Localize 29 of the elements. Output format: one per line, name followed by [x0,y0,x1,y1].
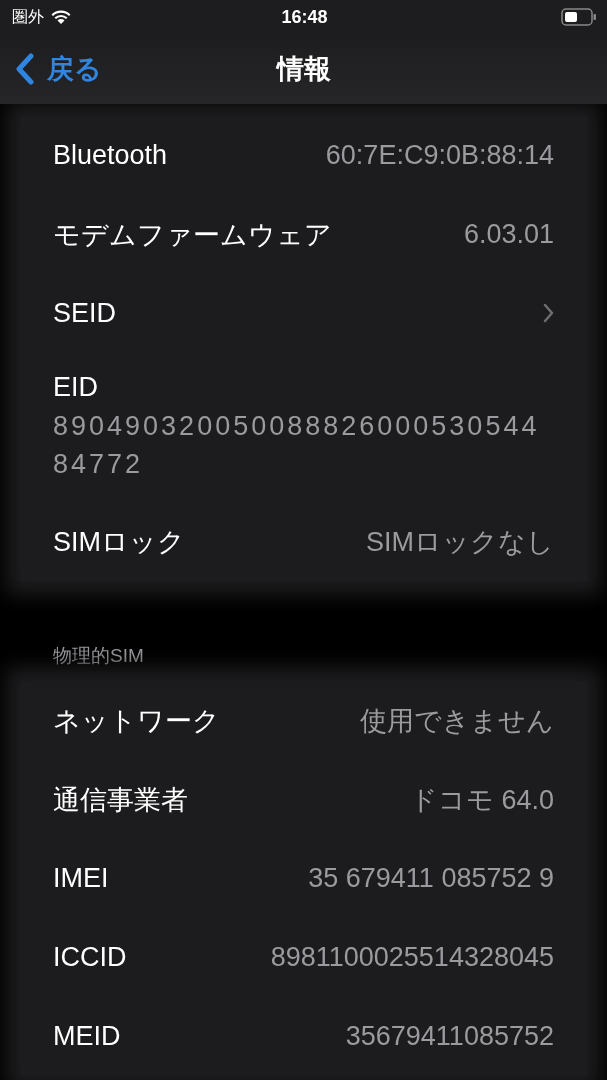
chevron-right-icon [542,303,554,323]
chevron-left-icon [15,53,35,85]
row-label: Bluetooth [53,140,168,171]
settings-row[interactable]: SEID [20,274,587,352]
row-value: 使用できません [360,704,554,738]
row-value: SIMロックなし [366,525,554,559]
back-button[interactable]: 戻る [13,47,104,91]
row-label: ICCID [53,942,127,973]
carrier-label: 圏外 [12,6,44,27]
row-label: 通信事業者 [53,783,188,817]
screen-title: 情報 [275,53,332,86]
row-value: ドコモ 64.0 [409,783,554,817]
row-value: 60:7E:C9:0B:88:14 [325,140,554,171]
status-time: 16:48 [281,6,328,28]
wifi-icon [50,9,72,25]
row-value: 35 679411 085752 9 [308,863,554,894]
row-label: IMEI [53,863,109,894]
row-label: EID [53,371,98,403]
row-value: 35679411085752 [345,1021,554,1052]
row-value: 8981100025514328045 [270,942,554,973]
row-label: SEID [53,297,117,329]
section-header: 物理的SIM [52,644,145,668]
row-value: 6.03.01 [463,219,554,250]
battery-icon [561,8,597,26]
row-label: モデムファームウェア [53,218,332,252]
row-label: MEID [53,1021,121,1052]
row-label: ネットワーク [53,704,220,738]
row-value: 89049032005008882600053054484772 [53,409,541,481]
row-label: SIMロック [53,525,185,559]
